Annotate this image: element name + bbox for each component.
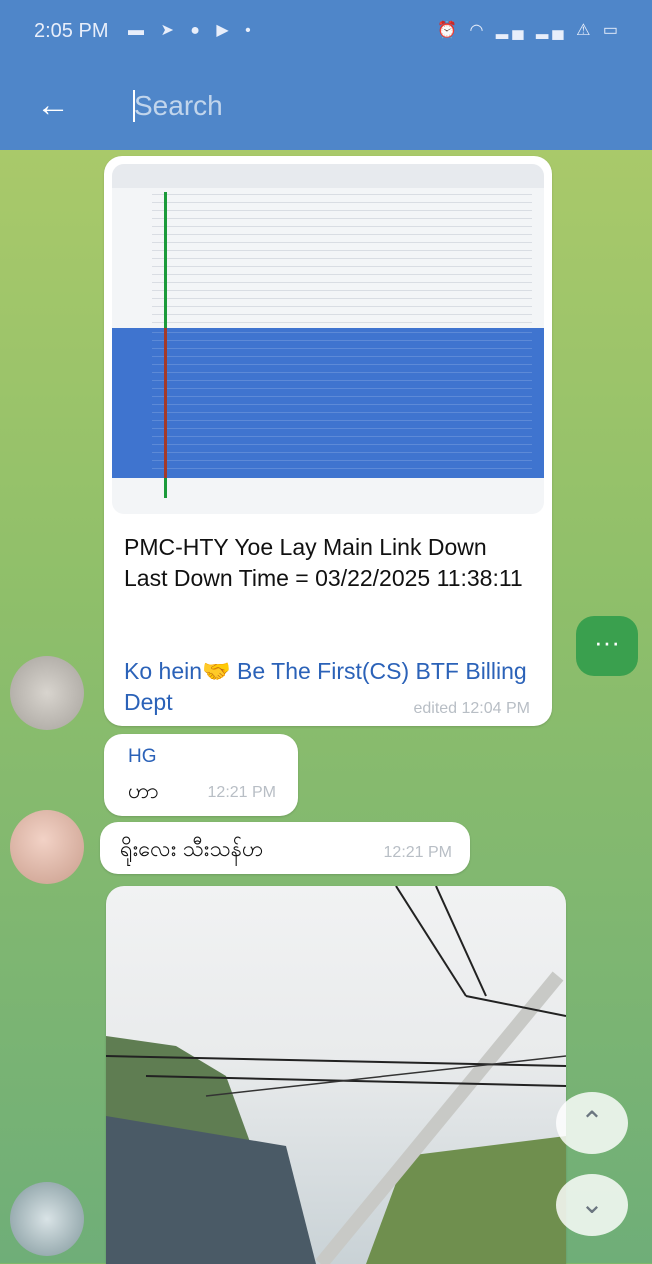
buildings — [106, 1116, 316, 1264]
system-icons: ⏰ ◠ ▂▄ ▂▄ ⚠ ▭ — [437, 22, 622, 39]
message-time: 12:21 PM — [383, 844, 452, 861]
avatar[interactable] — [10, 810, 84, 884]
scroll-down-button[interactable]: ⌄ — [556, 1174, 628, 1236]
more-options-button[interactable]: ··· — [576, 616, 638, 676]
message-time: 12:21 PM — [207, 784, 276, 801]
caption-line-1: PMC-HTY Yoe Lay Main Link Down — [124, 534, 487, 560]
message-caption: PMC-HTY Yoe Lay Main Link Down Last Down… — [124, 532, 534, 594]
message-bubble[interactable]: HG ဟာ 12:21 PM — [104, 734, 298, 816]
message-photo[interactable] — [106, 886, 566, 1264]
back-arrow-icon[interactable]: ← — [36, 86, 70, 124]
scroll-up-button[interactable]: ⌃ — [556, 1092, 628, 1154]
trees-right — [366, 1136, 566, 1264]
power-pole-photo — [106, 886, 566, 1264]
avatar[interactable] — [10, 656, 84, 730]
message-text: ဟာ — [128, 778, 159, 803]
message-bubble-photo-caption[interactable]: PMC-HTY Yoe Lay Main Link Down Last Down… — [104, 156, 552, 726]
status-time: 2:05 PM — [34, 20, 109, 42]
message-text: ရိုးလေး သီးသန်ဟ — [120, 836, 264, 861]
message-bubble[interactable]: ရိုးလေး သီးသန်ဟ 12:21 PM — [100, 822, 470, 874]
spreadsheet-header — [112, 164, 544, 188]
spreadsheet-photo[interactable] — [112, 164, 544, 514]
caption-line-2: Last Down Time = 03/22/2025 11:38:11 — [124, 565, 523, 591]
search-input[interactable] — [134, 88, 594, 124]
wire — [435, 886, 487, 997]
spreadsheet-rows-selected — [152, 332, 532, 472]
text-cursor — [133, 90, 135, 122]
wire — [395, 886, 467, 997]
spreadsheet-rows — [152, 194, 532, 324]
app-bar: ← — [0, 62, 652, 150]
notification-icons: ▬ ➤ ● ▶ • — [128, 22, 257, 39]
avatar[interactable] — [10, 1182, 84, 1256]
chat-area[interactable]: PMC-HTY Yoe Lay Main Link Down Last Down… — [0, 150, 652, 1264]
message-time: edited 12:04 PM — [413, 700, 530, 717]
status-bar: 2:05 PM ▬ ➤ ● ▶ • ⏰ ◠ ▂▄ ▂▄ ⚠ ▭ — [0, 0, 652, 62]
status-column-red — [164, 328, 167, 478]
sender-name[interactable]: HG — [128, 746, 157, 768]
wire — [465, 995, 566, 1017]
